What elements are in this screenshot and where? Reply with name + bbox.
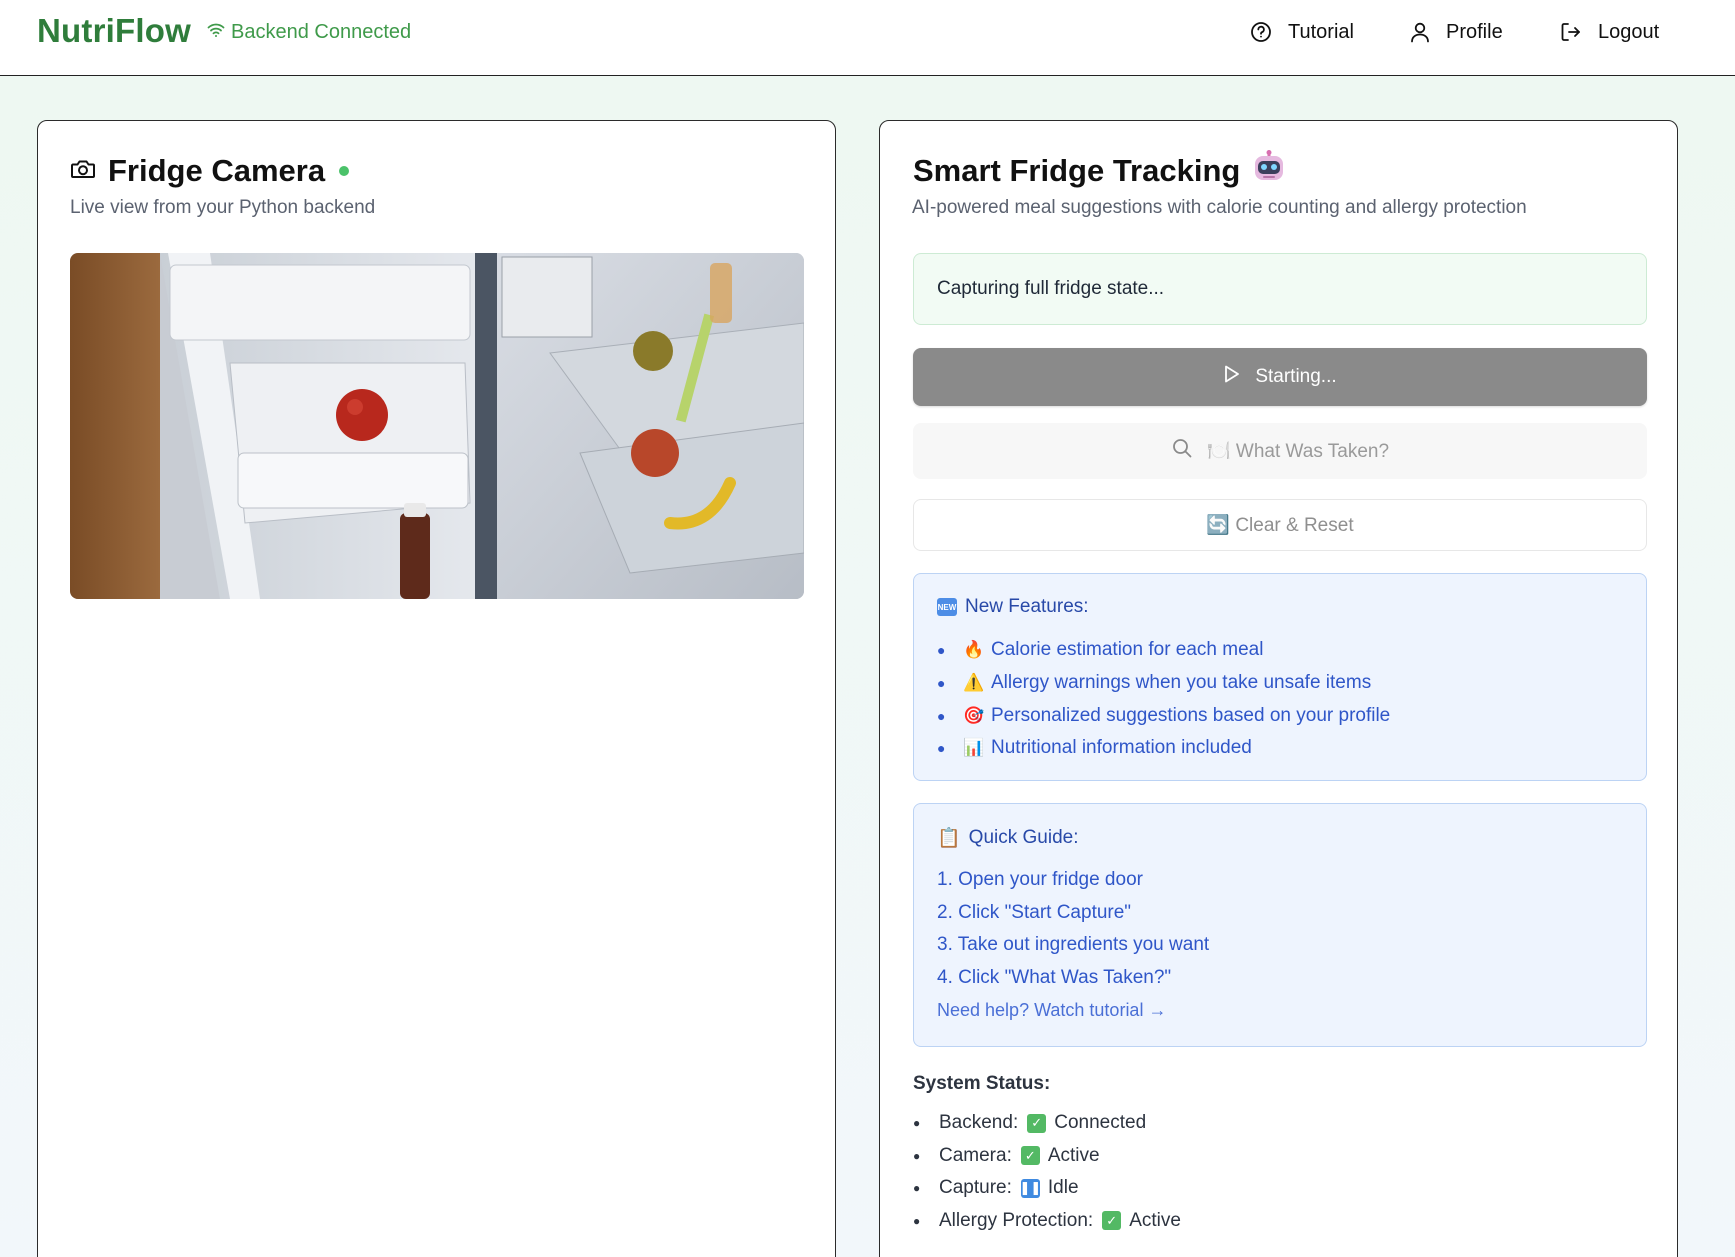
tutorial-button[interactable]: Tutorial [1250,18,1354,46]
play-icon [1223,364,1241,390]
brand-logo[interactable]: NutriFlow [37,12,191,50]
tracking-subtitle: AI-powered meal suggestions with calorie… [912,197,1527,218]
new-features-panel: NEW New Features: ● 🔥 Calorie estimation f… [913,573,1647,781]
clear-reset-button[interactable]: 🔄 Clear & Reset [913,499,1647,551]
new-features-title: New Features: [965,596,1089,617]
bar-chart-icon: 📊 [963,738,985,758]
check-icon: ✓ [1020,1146,1040,1166]
status-value: Idle [1047,1177,1079,1199]
logout-label: Logout [1598,20,1660,43]
tracking-card-title: Smart Fridge Tracking [913,150,1286,192]
list-item: ● 📊 Nutritional information included [937,737,1252,759]
clipboard-icon: 📋 [937,828,961,849]
search-icon [1171,437,1193,465]
status-value: Connected [1054,1112,1147,1134]
quick-guide-panel: 📋 Quick Guide: 1. Open your fridge door … [913,803,1647,1047]
new-badge-icon: NEW [937,598,957,616]
profile-button[interactable]: Profile [1410,18,1503,46]
target-icon: 🎯 [963,705,985,725]
status-label: Allergy Protection: [939,1209,1094,1231]
new-features-heading: NEW New Features: [937,596,1089,618]
what-was-taken-button[interactable]: 🍽️ What Was Taken? [913,423,1647,479]
what-was-taken-label: 🍽️ What Was Taken? [1206,441,1390,462]
list-item: ● 🎯 Personalized suggestions based on your… [937,704,1391,726]
status-item-allergy-protection: ● Allergy Protection: ✓ Active [913,1209,1181,1231]
system-status-list: ● Backend: ✓ Connected ● Camera: ✓ Activ… [913,1107,1181,1237]
feature-text: Personalized suggestions based on your p… [991,704,1391,726]
features-list: ● 🔥 Calorie estimation for each meal ● ⚠️ Al… [937,634,1390,765]
tutorial-label: Tutorial [1288,20,1354,43]
status-label: Capture: [939,1177,1012,1199]
check-icon: ✓ [1027,1113,1047,1133]
guide-step: 4. Click "What Was Taken?" [937,966,1172,988]
profile-label: Profile [1446,20,1503,43]
watch-tutorial-link[interactable]: Need help? Watch tutorial → [937,1000,1166,1021]
connection-status: Backend Connected [207,20,411,44]
top-navigation: NutriFlow Backend Connected Tutorial Pro… [0,0,1735,76]
connection-status-label: Backend Connected [231,20,412,43]
help-circle-icon [1250,21,1272,43]
camera-icon [70,153,96,189]
pause-icon: ❚❚ [1019,1178,1041,1198]
feature-text: Allergy warnings when you take unsafe it… [991,672,1372,694]
logout-icon [1560,21,1582,43]
camera-card-title: Fridge Camera [70,151,350,191]
status-item-backend: ● Backend: ✓ Connected [913,1112,1147,1134]
guide-steps-list: 1. Open your fridge door 2. Click "Start… [937,864,1209,994]
start-capture-button[interactable]: Starting... [913,348,1647,406]
capture-status-text: Capturing full fridge state... [937,278,1165,299]
logout-button[interactable]: Logout [1560,18,1659,46]
feature-text: Nutritional information included [991,737,1252,759]
clear-reset-label: 🔄 Clear & Reset [1206,515,1354,536]
start-capture-label: Starting... [1255,366,1337,387]
fridge-camera-card: Fridge Camera Live view from your Python… [37,120,836,1257]
guide-step: 1. Open your fridge door [937,869,1143,891]
smart-fridge-tracking-card: Smart Fridge Tracking AI-powered meal su… [879,120,1678,1257]
camera-subtitle: Live view from your Python backend [70,197,376,218]
status-value: Active [1129,1209,1181,1231]
system-status-title: System Status: [913,1073,1051,1094]
status-item-camera: ● Camera: ✓ Active [913,1144,1100,1166]
list-item: ● 🔥 Calorie estimation for each meal [937,639,1264,661]
list-item: ● ⚠️ Allergy warnings when you take unsafe… [937,672,1372,694]
status-label: Backend: [939,1112,1019,1134]
check-icon: ✓ [1102,1211,1122,1231]
tracking-title-text: Smart Fridge Tracking [913,153,1241,188]
status-label: Camera: [939,1144,1012,1166]
guide-step: 3. Take out ingredients you want [937,934,1210,956]
camera-title-text: Fridge Camera [108,153,326,188]
live-indicator-dot [339,166,350,176]
status-value: Active [1047,1144,1100,1166]
camera-feed [70,253,804,599]
warning-icon: ⚠️ [963,673,985,693]
quick-guide-heading: 📋 Quick Guide: [937,826,1079,850]
capture-status-message: Capturing full fridge state... [913,253,1647,325]
fire-icon: 🔥 [963,640,985,660]
feature-text: Calorie estimation for each meal [991,639,1264,661]
quick-guide-title: Quick Guide: [968,827,1079,848]
user-icon [1410,21,1430,43]
robot-icon [1252,150,1286,192]
wifi-icon [207,21,225,44]
status-item-capture: ● Capture: ❚❚ Idle [913,1177,1079,1199]
guide-step: 2. Click "Start Capture" [937,901,1132,923]
